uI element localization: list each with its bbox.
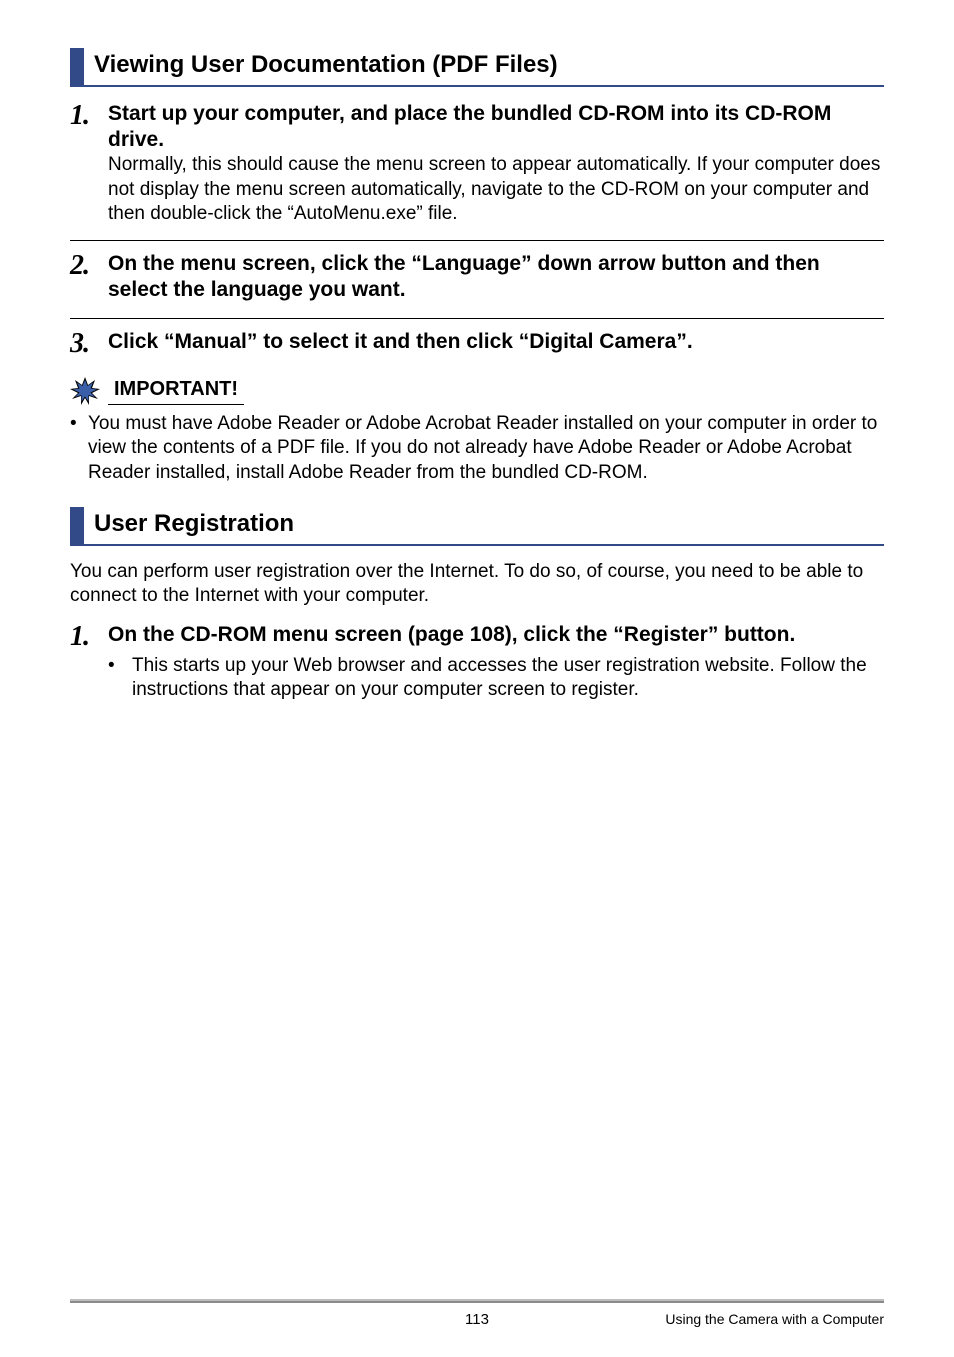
footer-rule [70, 1299, 884, 1303]
footer-section-name: Using the Camera with a Computer [665, 1311, 884, 1329]
section-heading-user-reg: User Registration [70, 507, 884, 546]
step-title: On the CD-ROM menu screen (page 108), cl… [108, 622, 795, 648]
bullet-dot: • [108, 654, 132, 703]
step-1: 1. Start up your computer, and place the… [70, 101, 884, 226]
step-number: 2. [70, 251, 108, 280]
bullet-dot: • [70, 412, 88, 485]
section2-step-1: 1. On the CD-ROM menu screen (page 108),… [70, 622, 884, 702]
footer-page-number: 113 [465, 1310, 489, 1329]
section-heading-text: Viewing User Documentation (PDF Files) [94, 48, 558, 85]
footer-row: 113 Using the Camera with a Computer [70, 1311, 884, 1329]
page-footer: 113 Using the Camera with a Computer [70, 1299, 884, 1329]
step-sub-text: This starts up your Web browser and acce… [132, 654, 884, 703]
step-3: 3. Click “Manual” to select it and then … [70, 329, 884, 358]
step-title: Click “Manual” to select it and then cli… [108, 329, 693, 355]
step-title: Start up your computer, and place the bu… [108, 101, 884, 154]
important-body: • You must have Adobe Reader or Adobe Ac… [70, 412, 884, 485]
step-head: 1. Start up your computer, and place the… [70, 101, 884, 154]
step-divider [70, 240, 884, 241]
heading-accent-bar [70, 507, 84, 544]
step-head: 3. Click “Manual” to select it and then … [70, 329, 884, 358]
important-callout-header: IMPORTANT! [70, 376, 884, 406]
important-text: You must have Adobe Reader or Adobe Acro… [88, 412, 884, 485]
section2-intro: You can perform user registration over t… [70, 560, 884, 609]
step-number: 1. [70, 622, 108, 651]
step-title: On the menu screen, click the “Language”… [108, 251, 884, 304]
starburst-icon [70, 376, 100, 406]
heading-accent-bar [70, 48, 84, 85]
important-label: IMPORTANT! [108, 377, 244, 406]
step-body: Normally, this should cause the menu scr… [108, 153, 884, 226]
important-bullet: • You must have Adobe Reader or Adobe Ac… [70, 412, 884, 485]
step-head: 1. On the CD-ROM menu screen (page 108),… [70, 622, 884, 651]
section-heading-viewing-docs: Viewing User Documentation (PDF Files) [70, 48, 884, 87]
step-number: 3. [70, 329, 108, 358]
step-number: 1. [70, 101, 108, 130]
step-divider [70, 318, 884, 319]
step-head: 2. On the menu screen, click the “Langua… [70, 251, 884, 304]
step-sub-bullet: • This starts up your Web browser and ac… [108, 654, 884, 703]
section-heading-text: User Registration [94, 507, 294, 544]
step-2: 2. On the menu screen, click the “Langua… [70, 251, 884, 304]
